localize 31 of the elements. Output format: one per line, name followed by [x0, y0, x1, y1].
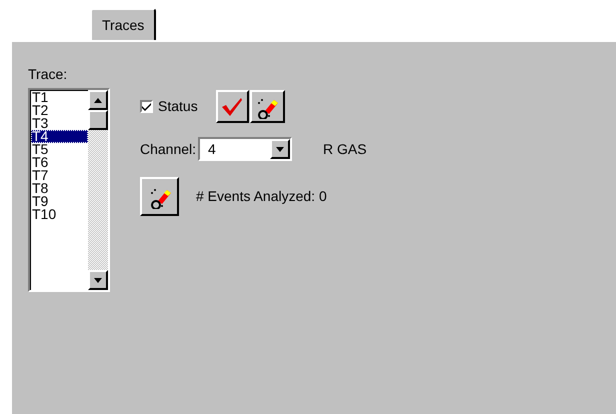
up-arrow-icon — [94, 98, 102, 102]
dropdown-arrow-button[interactable] — [270, 139, 290, 159]
list-item[interactable]: T10 — [31, 208, 88, 221]
events-analyzed-text: # Events Analyzed: 0 — [196, 187, 327, 206]
check-icon — [142, 102, 151, 110]
status-label: Status — [158, 97, 198, 116]
list-label: Trace: — [28, 65, 68, 84]
list-item[interactable]: T5 — [31, 143, 88, 156]
list-item[interactable]: T3 — [31, 117, 88, 130]
list-item[interactable]: T1 — [31, 91, 88, 104]
channel-dropdown[interactable]: 4 — [198, 137, 292, 161]
list-item[interactable]: T2 — [31, 104, 88, 117]
channel-name: R GAS — [323, 140, 367, 158]
channel-label: Channel: — [140, 140, 196, 158]
apply-button[interactable] — [216, 90, 249, 123]
tab[interactable]: Traces — [90, 8, 156, 40]
checkmark-icon — [221, 96, 244, 116]
list-item[interactable]: T4 — [31, 130, 88, 143]
scroll-down-button[interactable] — [88, 270, 108, 290]
down-arrow-icon — [94, 278, 102, 282]
down-arrow-icon — [276, 146, 284, 152]
clear-button[interactable] — [250, 90, 285, 123]
scroll-thumb[interactable] — [88, 110, 108, 130]
scroll-up-button[interactable] — [88, 90, 108, 110]
trace-listbox[interactable]: T1 T2 T3 T4 T5 T6 T7 T8 T9 T10 — [28, 88, 110, 292]
list-item[interactable]: T9 — [31, 195, 88, 208]
clear-events-button[interactable] — [140, 177, 179, 216]
list-item[interactable]: T6 — [31, 156, 88, 169]
list-item[interactable]: T8 — [31, 182, 88, 195]
status-checkbox[interactable] — [140, 100, 153, 113]
list-item[interactable]: T7 — [31, 169, 88, 182]
